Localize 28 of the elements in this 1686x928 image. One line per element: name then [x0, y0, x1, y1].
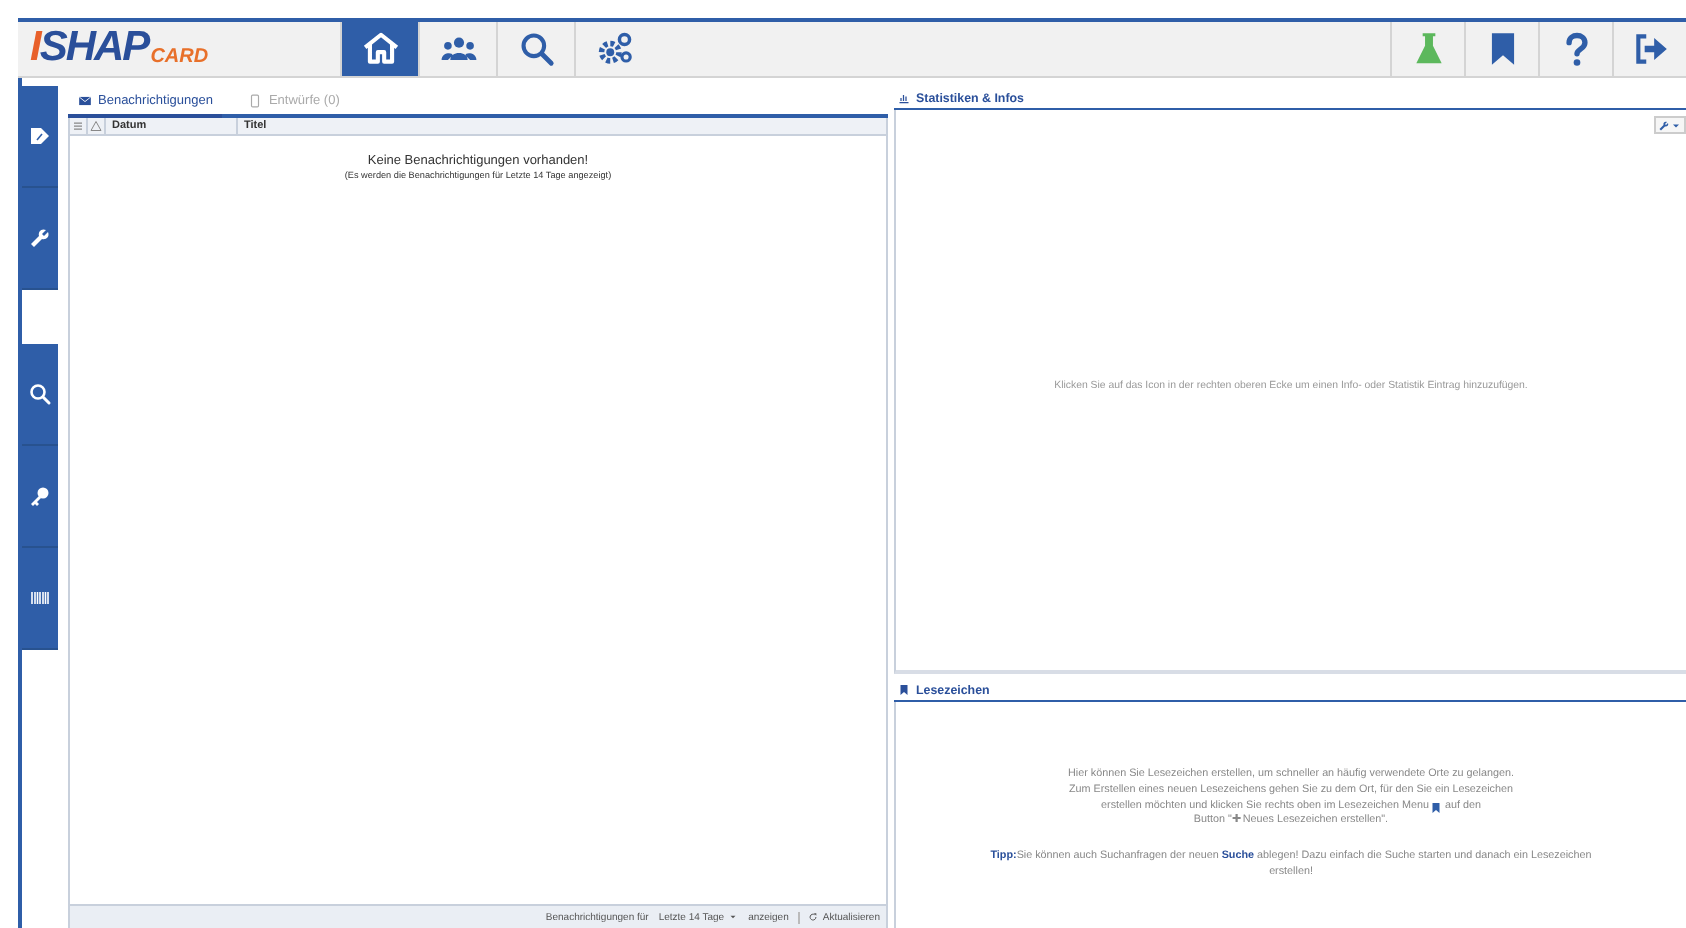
barcode-icon — [28, 586, 52, 610]
sidebar-button[interactable] — [22, 86, 58, 188]
search-icon — [517, 30, 555, 68]
list-icon — [72, 120, 84, 132]
sidebar-button[interactable] — [22, 188, 58, 290]
logout-icon — [1631, 30, 1669, 68]
refresh-icon — [808, 912, 819, 922]
wrench-icon — [28, 226, 52, 250]
sidebar-button[interactable] — [22, 344, 58, 446]
phone-icon — [248, 94, 263, 108]
caret-icon — [728, 912, 739, 922]
key-icon — [28, 484, 52, 508]
envelope-icon — [78, 94, 92, 108]
bookmark-icon — [1430, 801, 1443, 814]
nav-button[interactable] — [340, 22, 418, 76]
bookmark-icon — [898, 684, 910, 696]
tag-icon — [28, 124, 52, 148]
bar-chart-icon — [898, 92, 910, 104]
warning-icon — [90, 120, 102, 132]
caret-icon — [1670, 119, 1682, 131]
search-icon — [28, 382, 52, 406]
sidebar-button[interactable] — [22, 548, 58, 650]
wrench-icon — [1658, 119, 1670, 131]
add-entry-button[interactable] — [1654, 116, 1686, 134]
logo: ISHAPCARD — [28, 22, 211, 74]
home-icon — [361, 30, 399, 68]
sidebar-button[interactable] — [22, 446, 58, 548]
gears-icon — [595, 30, 633, 68]
